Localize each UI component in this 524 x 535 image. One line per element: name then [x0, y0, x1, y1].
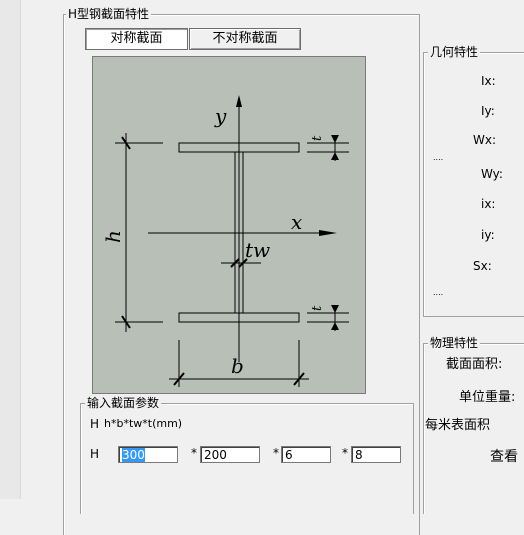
left-panel-strip [0, 0, 21, 499]
h-beam-drawing: y x tw b h t t [101, 95, 349, 387]
geometry-group-title: 几何特性 [428, 45, 481, 59]
y-axis-label: y [214, 104, 227, 128]
tw-label: tw [245, 238, 270, 262]
tab-asymmetric[interactable]: 不对称截面 [189, 28, 301, 50]
h-input[interactable]: 300 [118, 446, 178, 463]
h-label: h [101, 230, 125, 243]
t-input[interactable]: 8 [351, 446, 401, 463]
b-input[interactable]: 200 [200, 446, 260, 463]
b-label: b [231, 354, 244, 378]
tw-input[interactable]: 6 [281, 446, 331, 463]
geometry-group: 几何特性 [423, 45, 524, 317]
t-bottom-label: t [310, 305, 325, 311]
input-formula-label: h*b*tw*t(mm) [104, 417, 183, 430]
prop-ellipsis-2: .... [433, 288, 444, 297]
prop-ellipsis-1: .... [433, 153, 444, 162]
prop-wx-label: Wx: [473, 133, 497, 147]
h-section-group-title: H型钢截面特性 [66, 7, 152, 21]
prop-sx-label: Sx: [473, 259, 492, 273]
prop-ix-label: Ix: [481, 74, 496, 88]
h-input-value: 300 [122, 448, 145, 462]
separator-1: * [191, 446, 197, 460]
prop-area-label: 截面面积: [446, 357, 503, 372]
section-diagram: y x tw b h t t [92, 56, 366, 394]
x-axis-label: x [291, 210, 302, 234]
prop-rx-label: ix: [481, 197, 496, 211]
separator-2: * [273, 446, 279, 460]
prop-ry-label: iy: [481, 228, 495, 242]
prop-iy-label: Iy: [481, 104, 495, 118]
prop-wy-label: Wy: [481, 167, 503, 181]
tab-symmetric[interactable]: 对称截面 [85, 28, 188, 50]
prop-surface-label: 每米表面积 [425, 418, 491, 433]
t-top-label: t [310, 135, 325, 141]
physical-group-title: 物理特性 [428, 336, 481, 350]
input-params-title: 输入截面参数 [85, 396, 162, 410]
separator-3: * [342, 446, 348, 460]
input-row-label: H [90, 447, 100, 461]
prop-weight-label: 单位重量: [459, 390, 516, 405]
view-link[interactable]: 查看 [490, 446, 518, 466]
section-type-label: H [90, 417, 100, 431]
